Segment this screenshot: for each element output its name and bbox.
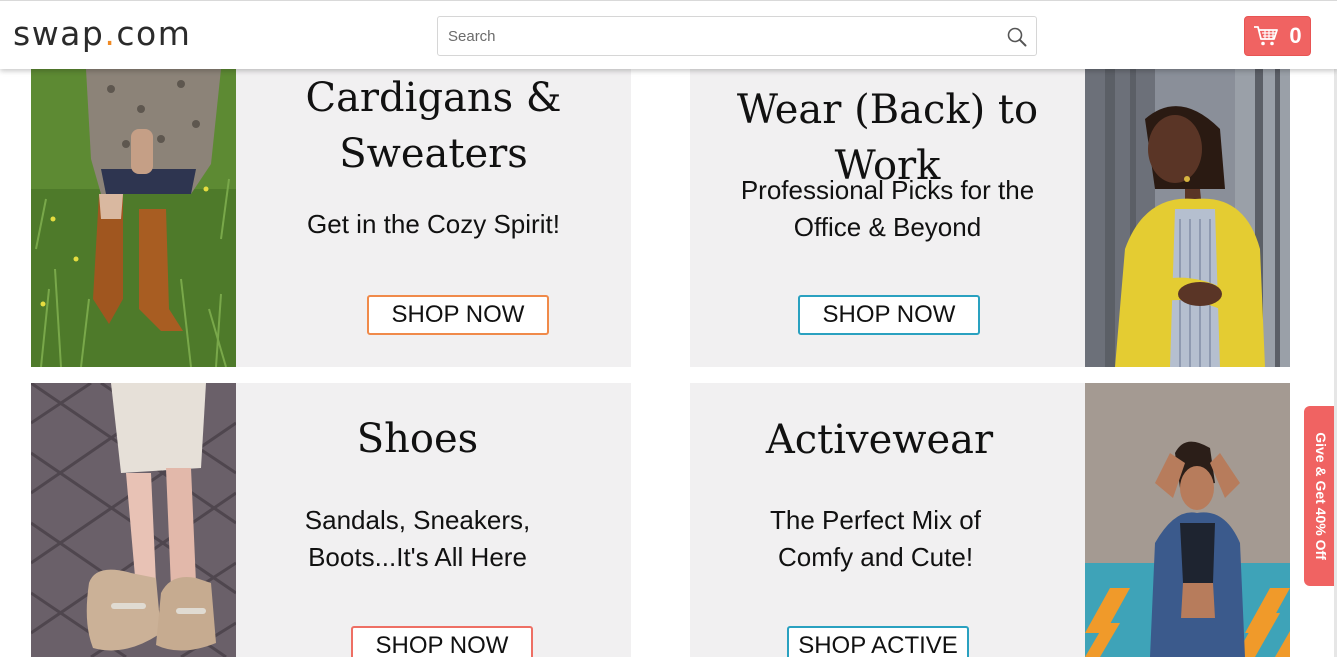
activewear-text-panel: Activewear The Perfect Mix of Comfy and … (690, 383, 1085, 657)
give-get-side-tab[interactable]: Give & Get 40% Off (1304, 406, 1337, 586)
promo-card-work: Wear (Back) to Work Professional Picks f… (690, 69, 1290, 367)
card-title: Activewear (765, 417, 994, 463)
card-subtitle: Sandals, Sneakers, (304, 505, 531, 535)
card-subtitle: The Perfect Mix of (770, 505, 981, 535)
work-image (1085, 69, 1290, 367)
shop-now-button[interactable]: SHOP NOW (367, 295, 549, 335)
cart-icon (1254, 26, 1279, 46)
site-header: swap.com 0 (0, 0, 1337, 69)
cardigan-photo (31, 69, 236, 367)
cart-button[interactable]: 0 (1244, 16, 1311, 56)
promo-card-cardigans: Cardigans & Sweaters Get in the Cozy Spi… (31, 69, 631, 367)
search-icon[interactable] (1006, 26, 1028, 48)
cardigan-image (31, 69, 236, 367)
card-subtitle: Comfy and Cute! (777, 542, 974, 572)
shop-active-button[interactable]: SHOP ACTIVE (787, 626, 969, 657)
card-subtitle: Professional Picks for the (740, 175, 1035, 205)
shop-now-button[interactable]: SHOP NOW (798, 295, 980, 335)
cart-count: 0 (1289, 23, 1302, 48)
card-title: Cardigans & (305, 75, 562, 121)
promo-card-activewear: Activewear The Perfect Mix of Comfy and … (690, 383, 1290, 657)
search-box (437, 16, 1037, 56)
logo-text-com: com (116, 14, 192, 53)
card-title: Shoes (356, 416, 479, 462)
shop-now-button[interactable]: SHOP NOW (351, 626, 533, 657)
card-title: Sweaters (339, 131, 528, 177)
shoes-photo (31, 383, 236, 657)
logo-text-swap: swap (13, 14, 105, 53)
shoes-text-panel: Shoes Sandals, Sneakers, Boots...It's Al… (236, 383, 631, 657)
shoes-image (31, 383, 236, 657)
search-input[interactable] (438, 17, 998, 55)
card-subtitle: Boots...It's All Here (308, 542, 527, 572)
activewear-photo (1085, 383, 1290, 657)
promo-card-shoes: Shoes Sandals, Sneakers, Boots...It's Al… (31, 383, 631, 657)
site-logo[interactable]: swap.com (13, 14, 191, 54)
card-subtitle: Office & Beyond (793, 212, 982, 242)
activewear-image (1085, 383, 1290, 657)
work-text-panel: Wear (Back) to Work Professional Picks f… (690, 69, 1085, 367)
side-tab-label: Give & Get 40% Off (1312, 432, 1329, 560)
logo-dot: . (104, 14, 117, 53)
card-subtitle: Get in the Cozy Spirit! (307, 209, 560, 239)
work-photo (1085, 69, 1290, 367)
cardigan-text-panel: Cardigans & Sweaters Get in the Cozy Spi… (236, 69, 631, 367)
